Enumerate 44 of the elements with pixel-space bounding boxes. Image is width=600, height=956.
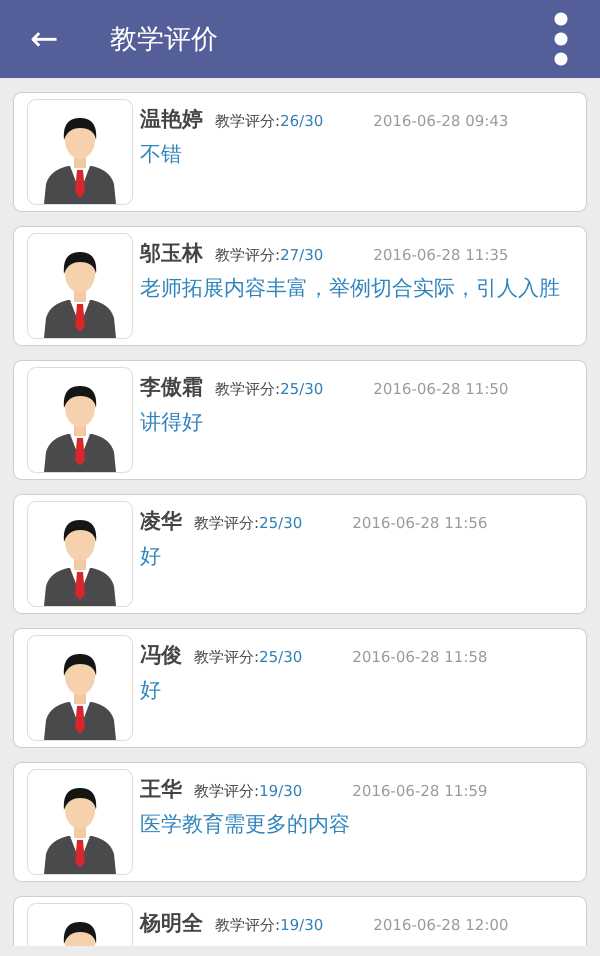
review-comment: 讲得好 bbox=[140, 409, 204, 436]
score-value: 19/30 bbox=[259, 782, 302, 800]
review-card[interactable]: 李傲霜 教学评分:25/30 2016-06-28 11:50 讲得好 bbox=[13, 360, 587, 480]
reviewer-name: 杨明全 bbox=[140, 910, 203, 937]
reviewer-name: 冯俊 bbox=[140, 642, 182, 669]
reviewer-name: 王华 bbox=[140, 776, 182, 803]
score-value: 27/30 bbox=[280, 246, 324, 264]
score-value: 19/30 bbox=[280, 916, 324, 934]
review-time: 2016-06-28 11:59 bbox=[352, 782, 488, 800]
review-comment: 医学教育需更多的内容 bbox=[140, 811, 351, 838]
score-label: 教学评分: bbox=[215, 112, 280, 131]
score-label: 教学评分: bbox=[215, 916, 280, 935]
review-comment: 不错 bbox=[140, 141, 183, 168]
score-value: 26/30 bbox=[280, 112, 324, 130]
review-comment: 好 bbox=[140, 543, 162, 570]
review-card[interactable]: 杨明全 教学评分:19/30 2016-06-28 12:00 bbox=[13, 896, 587, 946]
score-value: 25/30 bbox=[259, 514, 302, 532]
review-time: 2016-06-28 11:58 bbox=[352, 648, 488, 666]
review-card[interactable]: 凌华 教学评分:25/30 2016-06-28 11:56 好 bbox=[13, 494, 587, 614]
review-time: 2016-06-28 11:35 bbox=[373, 246, 508, 264]
review-comment: 老师拓展内容丰富，举例切合实际，引人入胜 bbox=[140, 275, 561, 302]
score-label: 教学评分: bbox=[215, 246, 280, 265]
reviewer-name: 邬玉林 bbox=[140, 240, 203, 267]
review-time: 2016-06-28 12:00 bbox=[373, 916, 508, 934]
reviewer-name: 温艳婷 bbox=[140, 106, 203, 133]
reviewer-name: 凌华 bbox=[140, 508, 182, 535]
review-time: 2016-06-28 11:56 bbox=[352, 514, 488, 532]
score-label: 教学评分: bbox=[194, 514, 260, 533]
review-card[interactable]: 温艳婷 教学评分:26/30 2016-06-28 09:43 不错 bbox=[13, 92, 587, 212]
review-card[interactable]: 邬玉林 教学评分:27/30 2016-06-28 11:35 老师拓展内容丰富，举例切合实际，引人入胜 bbox=[13, 226, 587, 346]
score-value: 25/30 bbox=[259, 648, 302, 666]
review-comment: 好 bbox=[140, 677, 162, 704]
score-label: 教学评分: bbox=[194, 648, 260, 667]
score-value: 25/30 bbox=[280, 380, 324, 398]
back-button[interactable]: ← bbox=[30, 22, 70, 56]
score-label: 教学评分: bbox=[215, 380, 280, 399]
review-card[interactable]: 冯俊 教学评分:25/30 2016-06-28 11:58 好 bbox=[13, 628, 587, 748]
review-time: 2016-06-28 09:43 bbox=[373, 112, 508, 130]
reviewer-name: 李傲霜 bbox=[140, 374, 203, 401]
more-menu-icon[interactable] bbox=[554, 12, 568, 66]
page-title: 教学评价 bbox=[110, 23, 218, 57]
score-label: 教学评分: bbox=[194, 782, 260, 801]
review-card[interactable]: 王华 教学评分:19/30 2016-06-28 11:59 医学教育需更多的内容 bbox=[13, 762, 587, 882]
review-time: 2016-06-28 11:50 bbox=[373, 380, 508, 398]
